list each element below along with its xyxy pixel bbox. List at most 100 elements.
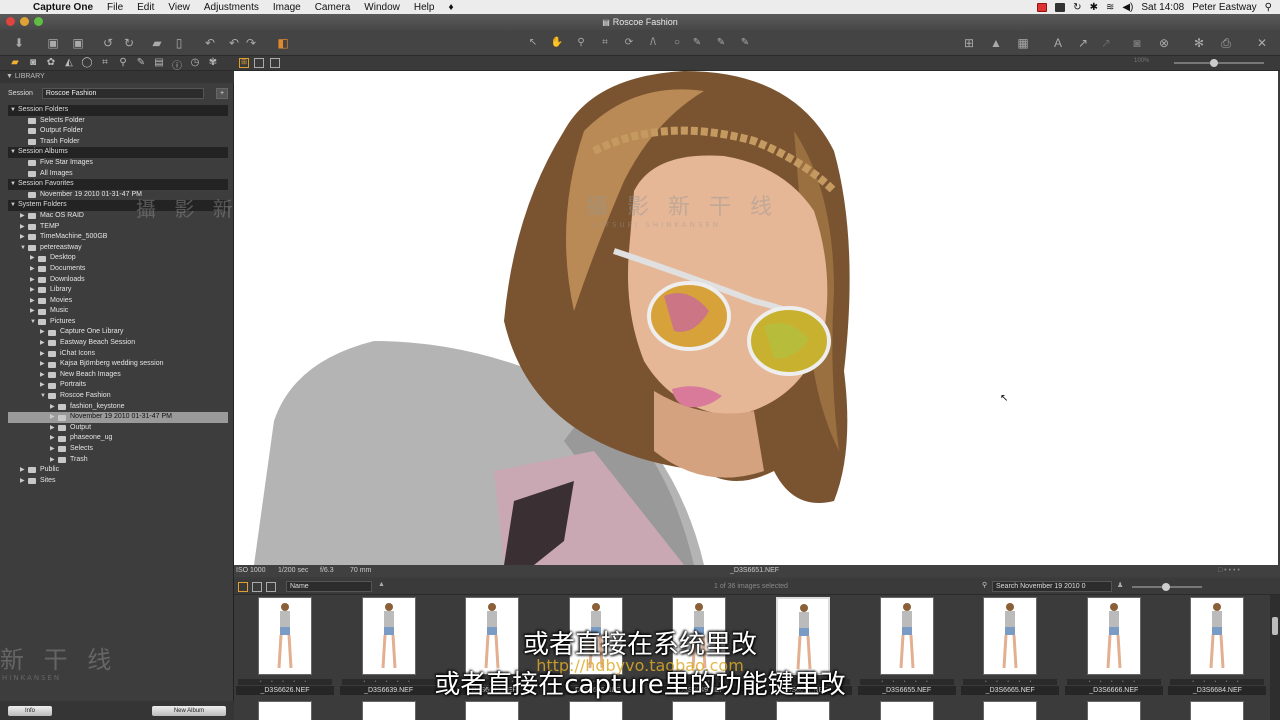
camera-icon[interactable]: ◙ (1128, 34, 1146, 52)
disclosure-closed-icon[interactable]: ▶ (30, 253, 38, 264)
thumbnail-image[interactable] (258, 701, 312, 720)
tree-item[interactable]: ▶ fashion_keystone (8, 402, 228, 413)
tree-item[interactable]: ▶ TEMP (8, 222, 228, 233)
info-button[interactable]: Info (8, 705, 52, 716)
disclosure-open-icon[interactable]: ▼ (10, 200, 18, 211)
tree-item[interactable]: ▶ Portraits (8, 380, 228, 391)
picker-tool-icon[interactable]: ✎ (714, 34, 728, 52)
keystone-tool-icon[interactable]: /\ (646, 34, 660, 52)
zoom-slider[interactable] (1174, 59, 1264, 67)
thumbnail-image[interactable] (776, 701, 830, 720)
disclosure-closed-icon[interactable]: ▶ (30, 264, 38, 275)
disclosure-closed-icon[interactable]: ▶ (30, 306, 38, 317)
disclosure-closed-icon[interactable]: ▶ (30, 285, 38, 296)
fullscreen-view-icon[interactable] (270, 58, 280, 68)
details-tab-icon[interactable]: ⚲ (116, 57, 130, 68)
filter-icon[interactable]: ♟ (1117, 581, 1123, 589)
disclosure-closed-icon[interactable]: ▶ (20, 222, 28, 233)
disclosure-open-icon[interactable]: ▼ (20, 243, 28, 254)
tree-item[interactable]: ▶ iChat Icons (8, 349, 228, 360)
thumbnail-size-slider[interactable] (1132, 583, 1202, 591)
grid-view-icon[interactable]: ⊞ (239, 58, 249, 68)
single-view-icon[interactable] (254, 58, 264, 68)
close-icon[interactable] (6, 17, 15, 26)
disclosure-closed-icon[interactable]: ▶ (30, 296, 38, 307)
disclosure-closed-icon[interactable]: ▶ (40, 327, 48, 338)
tree-item[interactable]: ▶ Downloads (8, 275, 228, 286)
zoom-slider-knob[interactable] (1210, 59, 1218, 67)
zoom-tool-icon[interactable]: ⚲ (574, 34, 588, 52)
thumbnail-view-icon[interactable] (238, 582, 248, 592)
copy-adjustments-icon[interactable]: ◧ (274, 34, 292, 52)
thumbnail-size-knob[interactable] (1162, 583, 1170, 591)
tree-item[interactable]: ▶ TimeMachine_500GB (8, 232, 228, 243)
menu-app[interactable]: Capture One (26, 2, 100, 13)
apply-tool-icon[interactable]: ✎ (738, 34, 752, 52)
sort-direction-icon[interactable]: ▲ (378, 581, 385, 588)
library-tab-icon[interactable]: ▰ (8, 57, 22, 68)
disclosure-closed-icon[interactable]: ▶ (50, 433, 58, 444)
tools-icon[interactable]: ✕ (1253, 34, 1271, 52)
tree-item[interactable]: Trash Folder (8, 137, 228, 148)
metadata-tab-icon[interactable]: ⓘ (170, 57, 184, 72)
cancel-icon[interactable]: ⊗ (1155, 34, 1173, 52)
quick-tab-icon[interactable]: ✾ (206, 57, 220, 68)
disclosure-open-icon[interactable]: ▼ (10, 147, 18, 158)
thumbnail-image[interactable] (1086, 701, 1141, 720)
trash-icon[interactable]: ▯ (170, 34, 188, 52)
spotlight-icon[interactable]: ⚲ (1265, 2, 1272, 13)
print-icon[interactable]: ⎙ (1217, 34, 1235, 52)
section-header[interactable]: ▼ Session Folders (8, 105, 228, 116)
tree-item[interactable]: ▶ Music (8, 306, 228, 317)
move-to-selects-icon[interactable]: ▰ (148, 34, 166, 52)
menu-adjustments[interactable]: Adjustments (197, 2, 266, 13)
display-icon[interactable] (1055, 2, 1066, 12)
composition-tab-icon[interactable]: ⌗ (98, 57, 112, 68)
tree-item[interactable]: Output Folder (8, 126, 228, 137)
thumbnail-image[interactable] (672, 701, 727, 720)
tree-item[interactable]: ▶ phaseone_ug (8, 433, 228, 444)
disclosure-open-icon[interactable]: ▼ (40, 391, 48, 402)
text-icon[interactable]: A (1049, 34, 1067, 52)
list-view-icon[interactable] (252, 582, 262, 592)
menubar-clock[interactable]: Sat 14:08 (1141, 2, 1184, 13)
brush-tool-icon[interactable]: ✎ (690, 34, 704, 52)
proof-icon[interactable]: ▦ (1014, 34, 1032, 52)
redo-icon[interactable]: ↷ (242, 34, 260, 52)
reset-icon[interactable]: ↶ (225, 34, 243, 52)
disclosure-closed-icon[interactable]: ▶ (40, 338, 48, 349)
detail-view-icon[interactable] (266, 582, 276, 592)
menu-image[interactable]: Image (266, 2, 308, 13)
tree-item[interactable]: Five Star Images (8, 158, 228, 169)
spot-tool-icon[interactable]: ○ (670, 34, 684, 52)
menu-help[interactable]: Help (407, 2, 442, 13)
tree-item[interactable]: ▶ Output (8, 423, 228, 434)
lens-tab-icon[interactable]: ◯ (80, 57, 94, 68)
image-viewer[interactable]: 攝 影 新 干 线 SATSUEI SHINKANSEN ↖ (234, 71, 1278, 565)
output-tab-icon[interactable]: ▤ (152, 57, 166, 68)
tree-item[interactable]: ▼ Pictures (8, 317, 228, 328)
disclosure-closed-icon[interactable]: ▶ (50, 455, 58, 466)
pan-tool-icon[interactable]: ✋ (550, 34, 564, 52)
tree-item[interactable]: ▼ petereastway (8, 243, 228, 254)
thumbnail-image[interactable] (361, 701, 416, 720)
tree-item[interactable]: ▶ Selects (8, 444, 228, 455)
tree-item[interactable]: All Images (8, 169, 228, 180)
disclosure-open-icon[interactable]: ▼ (30, 317, 38, 328)
color-tab-icon[interactable]: ✿ (44, 57, 58, 68)
tree-item[interactable]: ▶ Trash (8, 455, 228, 466)
process-icon[interactable]: ▣ (69, 34, 87, 52)
rotate-tool-icon[interactable]: ⟳ (622, 34, 636, 52)
disclosure-closed-icon[interactable]: ▶ (20, 211, 28, 222)
disclosure-closed-icon[interactable]: ▶ (50, 412, 58, 423)
rotate-left-icon[interactable]: ↺ (99, 34, 117, 52)
new-album-button[interactable]: New Album (152, 705, 226, 716)
select-tool-icon[interactable]: ↖ (526, 34, 540, 52)
tree-item[interactable]: ▶ November 19 2010 01-31-47 PM (8, 412, 228, 423)
tree-item[interactable]: ▶ Eastway Beach Session (8, 338, 228, 349)
undo-icon[interactable]: ↶ (201, 34, 219, 52)
library-header[interactable]: ▼ LIBRARY (0, 71, 234, 83)
exposure-tab-icon[interactable]: ◭ (62, 57, 76, 68)
tree-item[interactable]: ▶ Movies (8, 296, 228, 307)
batch-tab-icon[interactable]: ◷ (188, 57, 202, 68)
